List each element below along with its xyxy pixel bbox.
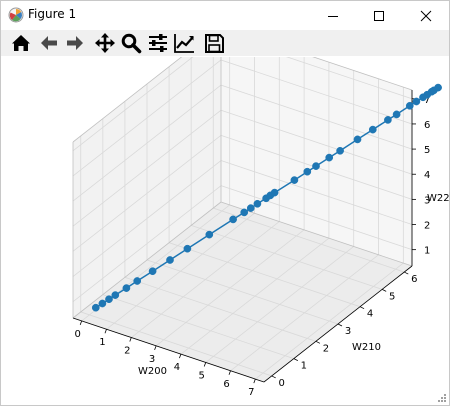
x-tick-label: 1 bbox=[99, 337, 105, 348]
data-point bbox=[290, 176, 299, 184]
data-point bbox=[105, 295, 113, 304]
data-point bbox=[434, 83, 442, 92]
y-tick-mark bbox=[271, 375, 276, 379]
data-point bbox=[392, 110, 401, 119]
z-tick-label: 6 bbox=[424, 120, 430, 131]
y-tick-label: 3 bbox=[345, 326, 351, 337]
close-button[interactable] bbox=[403, 1, 449, 30]
floppy-disk-icon bbox=[205, 34, 224, 53]
data-point bbox=[240, 208, 249, 217]
figure-canvas[interactable]: 0123456701234561234567 W200 W210 W220 bbox=[1, 57, 449, 405]
forward-button[interactable] bbox=[63, 31, 87, 55]
y-tick-mark bbox=[404, 271, 409, 275]
close-icon bbox=[420, 10, 432, 21]
axes-3d[interactable]: 0123456701234561234567 W200 W210 W220 bbox=[1, 57, 449, 405]
x-tick-label: 5 bbox=[199, 370, 205, 381]
y-tick-label: 5 bbox=[389, 291, 395, 302]
back-button[interactable] bbox=[37, 31, 61, 55]
home-button[interactable] bbox=[9, 31, 33, 55]
data-point bbox=[91, 303, 100, 312]
sliders-icon bbox=[149, 34, 167, 52]
x-tick-label: 4 bbox=[174, 362, 180, 373]
y-tick-label: 4 bbox=[367, 309, 373, 320]
minimize-button[interactable] bbox=[310, 1, 356, 30]
data-point bbox=[122, 284, 131, 292]
data-point bbox=[353, 135, 362, 144]
minimize-icon bbox=[328, 15, 338, 17]
home-icon bbox=[12, 35, 30, 51]
pan-move-icon bbox=[95, 33, 115, 53]
save-button[interactable] bbox=[202, 31, 226, 55]
y-tick-label: 1 bbox=[301, 361, 307, 372]
data-point bbox=[229, 215, 237, 224]
x-tick-mark bbox=[154, 345, 157, 350]
data-point bbox=[205, 230, 214, 239]
x-tick-label: 2 bbox=[124, 346, 130, 357]
navigation-toolbar bbox=[1, 30, 449, 56]
y-tick-label: 0 bbox=[279, 378, 285, 389]
data-point bbox=[336, 146, 344, 155]
edit-axis-button[interactable] bbox=[172, 31, 196, 55]
y-tick-label: 2 bbox=[323, 343, 329, 354]
data-point bbox=[166, 256, 174, 264]
x-axis-label: W200 bbox=[138, 366, 167, 377]
configure-subplots-button[interactable] bbox=[146, 31, 170, 55]
data-point bbox=[246, 204, 255, 212]
data-point bbox=[412, 97, 421, 106]
data-point bbox=[368, 125, 377, 134]
line-chart-icon bbox=[174, 34, 194, 53]
data-point bbox=[253, 199, 262, 208]
maximize-icon bbox=[374, 10, 384, 21]
data-point bbox=[312, 162, 320, 170]
x-tick-mark bbox=[179, 354, 182, 359]
pan-button[interactable] bbox=[93, 31, 117, 55]
z-tick-label: 1 bbox=[424, 246, 430, 257]
data-point bbox=[270, 188, 279, 197]
figure-window: Figure 1 0 1 2 3 4 5 6 7 0 1 2 3 4 5 6 1… bbox=[0, 0, 450, 406]
data-point bbox=[111, 291, 120, 299]
y-tick-mark bbox=[359, 306, 365, 310]
data-point bbox=[148, 267, 157, 276]
zoom-magnifier-icon bbox=[121, 33, 142, 54]
data-point bbox=[384, 116, 392, 124]
x-tick-mark bbox=[79, 320, 83, 326]
x-tick-mark bbox=[104, 329, 107, 334]
x-tick-mark bbox=[228, 370, 231, 375]
resize-grip-icon[interactable] bbox=[437, 393, 447, 403]
zoom-button[interactable] bbox=[119, 31, 143, 55]
y-tick-mark bbox=[337, 323, 343, 327]
x-tick-mark bbox=[203, 362, 207, 367]
x-tick-label: 0 bbox=[74, 329, 80, 340]
x-tick-label: 7 bbox=[248, 387, 254, 398]
data-point bbox=[405, 101, 414, 110]
y-tick-mark bbox=[293, 358, 298, 361]
x-tick-mark bbox=[129, 337, 132, 342]
z-tick-label: 2 bbox=[424, 221, 430, 232]
window-title: Figure 1 bbox=[28, 7, 77, 21]
maximize-button[interactable] bbox=[356, 1, 402, 30]
data-point bbox=[133, 277, 142, 285]
z-tick-label: 5 bbox=[424, 145, 430, 156]
z-axis-label: W220 bbox=[427, 193, 449, 204]
y-axis-label: W210 bbox=[352, 342, 381, 353]
y-tick-label: 6 bbox=[411, 274, 417, 285]
data-point bbox=[325, 153, 334, 162]
y-tick-mark bbox=[315, 340, 321, 344]
matplotlib-figure-icon bbox=[8, 7, 24, 23]
title-bar[interactable]: Figure 1 bbox=[1, 1, 449, 30]
x-tick-label: 3 bbox=[149, 354, 155, 365]
forward-arrow-icon bbox=[67, 36, 83, 50]
data-point bbox=[98, 299, 107, 308]
data-point bbox=[303, 167, 312, 176]
x-tick-mark bbox=[253, 378, 256, 384]
x-tick-label: 6 bbox=[223, 379, 229, 390]
z-tick-label: 4 bbox=[424, 170, 430, 181]
y-tick-mark bbox=[382, 289, 387, 292]
data-point bbox=[183, 244, 192, 253]
back-arrow-icon bbox=[41, 36, 57, 50]
